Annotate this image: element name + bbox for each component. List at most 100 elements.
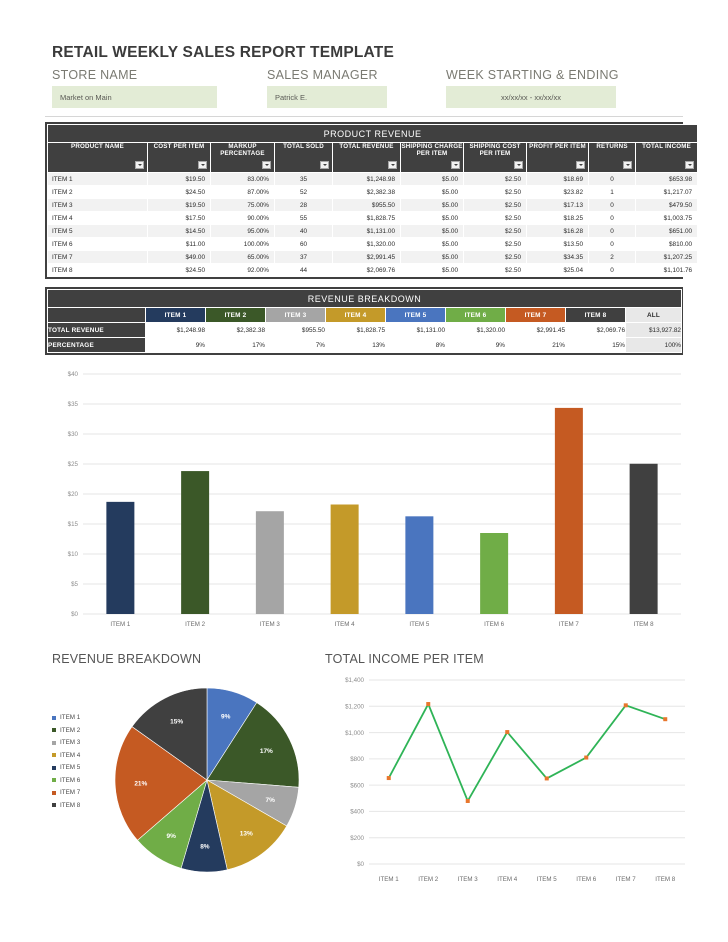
table-cell: 15% <box>565 337 626 353</box>
table-cell: $23.82 <box>526 185 589 199</box>
bar <box>181 471 210 614</box>
table-cell: $5.00 <box>400 250 464 264</box>
table-cell: $955.50 <box>332 198 401 212</box>
line-y-tick-label: $400 <box>350 809 364 816</box>
table-cell: ITEM 3 <box>47 198 148 212</box>
product-revenue-banner-row: PRODUCT REVENUE <box>46 124 699 143</box>
bar <box>255 511 284 614</box>
table-cell: $5.00 <box>400 185 464 199</box>
table-cell: 17% <box>205 337 266 353</box>
revenue-breakdown-item-header: ITEM 2 <box>205 307 266 323</box>
legend-item: ITEM 7 <box>52 789 100 796</box>
filter-dropdown-icon[interactable] <box>685 161 695 169</box>
sales-manager-field-block: SALES MANAGER Patrick E. <box>267 68 387 108</box>
table-cell: 37 <box>274 250 333 264</box>
filter-dropdown-icon[interactable] <box>451 161 460 169</box>
table-cell: $5.00 <box>400 263 464 277</box>
sales-manager-input[interactable]: Patrick E. <box>267 86 387 108</box>
table-row: ITEM 4 $17.50 90.00% 55 $1,828.75 $5.00 $2.50 $… <box>47 211 699 225</box>
week-range-label: WEEK STARTING & ENDING <box>446 68 619 82</box>
table-cell: $18.69 <box>526 172 589 186</box>
bar-chart-svg: $0 $5 $10 $15 $20 $25 $30 $35 $40 ITEM 1 ITEM 2 ITE… <box>68 371 681 628</box>
filter-dropdown-icon[interactable] <box>576 161 585 169</box>
product-revenue-table: PRODUCT REVENUE PRODUCT NAME COST PER ITE… <box>45 122 699 279</box>
table-cell: 0 <box>588 198 636 212</box>
table-row: ITEM 5 $14.50 95.00% 40 $1,131.00 $5.00 $2.50 $… <box>47 224 699 238</box>
table-cell: $5.00 <box>400 237 464 251</box>
table-cell: 60 <box>274 237 333 251</box>
filter-dropdown-icon[interactable] <box>623 161 632 169</box>
pie-slice-label: 15% <box>170 718 183 725</box>
table-cell: $1,828.75 <box>325 322 386 338</box>
filter-dropdown-icon[interactable] <box>514 161 523 169</box>
legend-item: ITEM 2 <box>52 727 100 734</box>
revenue-breakdown-banner: REVENUE BREAKDOWN <box>47 289 682 308</box>
legend-item: ITEM 4 <box>52 752 100 759</box>
filter-dropdown-icon[interactable] <box>320 161 329 169</box>
bar-x-tick-label: ITEM 6 <box>484 621 504 628</box>
product-revenue-col-header: PRODUCT NAME <box>47 142 148 173</box>
table-cell: 0 <box>588 172 636 186</box>
table-cell: 65.00% <box>210 250 275 264</box>
legend-color-swatch <box>52 765 56 770</box>
product-revenue-col-header: COST PER ITEM <box>147 142 211 173</box>
sales-manager-label: SALES MANAGER <box>267 68 378 82</box>
line-x-tick-label: ITEM 6 <box>576 876 596 883</box>
product-revenue-col-header: RETURNS <box>588 142 636 173</box>
revenue-breakdown-body: TOTAL REVENUE $1,248.98 $2,382.38 $955.50 $1… <box>47 322 682 353</box>
table-cell: $24.50 <box>147 263 211 277</box>
filter-dropdown-icon[interactable] <box>388 161 397 169</box>
bar-x-tick-label: ITEM 7 <box>559 621 579 628</box>
table-cell: 83.00% <box>210 172 275 186</box>
table-cell: 35 <box>274 172 333 186</box>
product-revenue-col-header: TOTAL SOLD <box>274 142 333 173</box>
table-cell: $5.00 <box>400 198 464 212</box>
legend-color-swatch <box>52 778 56 782</box>
table-cell: $1,131.00 <box>332 224 401 238</box>
store-name-input[interactable]: Market on Main <box>52 86 217 108</box>
table-cell: ITEM 4 <box>47 211 148 225</box>
legend-label: ITEM 1 <box>60 714 81 721</box>
week-range-input[interactable]: xx/xx/xx - xx/xx/xx <box>446 86 616 108</box>
revenue-breakdown-total-cell: 100% <box>625 337 682 353</box>
table-cell: $1,248.98 <box>332 172 401 186</box>
table-cell: $2,991.45 <box>332 250 401 264</box>
bar-x-tick-label: ITEM 3 <box>260 621 280 628</box>
filter-dropdown-icon[interactable] <box>262 161 271 169</box>
line-y-tick-label: $1,400 <box>345 677 364 684</box>
col-header-label: PRODUCT NAME <box>71 143 124 150</box>
table-cell: $2,382.38 <box>205 322 266 338</box>
revenue-breakdown-item-header: ITEM 1 <box>145 307 206 323</box>
product-revenue-col-header: MARKUP PERCENTAGE <box>210 142 275 173</box>
bar-y-tick-label: $30 <box>68 431 79 438</box>
line-x-tick-label: ITEM 5 <box>537 876 557 883</box>
pie-chart-legend: ITEM 1 ITEM 2 ITEM 3 ITEM 4 ITEM 5 ITEM 6 ITEM… <box>52 714 100 814</box>
filter-dropdown-icon[interactable] <box>135 161 144 169</box>
legend-item: ITEM 3 <box>52 739 100 746</box>
table-cell: $17.13 <box>526 198 589 212</box>
table-row: ITEM 2 $24.50 87.00% 52 $2,382.38 $5.00 $2.50 $… <box>47 185 699 199</box>
revenue-breakdown-table: REVENUE BREAKDOWN ITEM 1 ITEM 2 ITEM 3 ITEM… <box>45 287 683 355</box>
table-cell: $1,248.98 <box>145 322 206 338</box>
table-cell: 28 <box>274 198 333 212</box>
table-cell: 92.00% <box>210 263 275 277</box>
report-page: RETAIL WEEKLY SALES REPORT TEMPLATE STOR… <box>0 0 728 942</box>
table-cell: $2.50 <box>463 185 527 199</box>
line-data-marker <box>544 776 549 781</box>
table-cell: $1,101.76 <box>634 263 699 277</box>
table-cell: $1,003.75 <box>634 211 699 225</box>
table-cell: $1,320.00 <box>332 237 401 251</box>
revenue-breakdown-item-header: ITEM 7 <box>505 307 566 323</box>
product-revenue-col-header: TOTAL REVENUE <box>332 142 401 173</box>
legend-color-swatch <box>52 790 56 795</box>
table-cell: 0 <box>588 224 636 238</box>
table-cell: $2.50 <box>463 250 527 264</box>
revenue-breakdown-pie-chart: REVENUE BREAKDOWN ITEM 1 ITEM 2 ITEM 3 ITEM… <box>52 652 327 887</box>
bar-y-tick-label: $15 <box>68 521 79 528</box>
table-row: ITEM 6 $11.00 100.00% 60 $1,320.00 $5.00 $2.50… <box>47 237 699 251</box>
filter-dropdown-icon[interactable] <box>198 161 207 169</box>
revenue-breakdown-header-row: ITEM 1 ITEM 2 ITEM 3 ITEM 4 ITEM 5 ITEM 6 ITEM… <box>47 307 682 323</box>
table-cell: $14.50 <box>147 224 211 238</box>
legend-label: ITEM 5 <box>60 764 81 771</box>
line-data-marker <box>623 703 628 708</box>
